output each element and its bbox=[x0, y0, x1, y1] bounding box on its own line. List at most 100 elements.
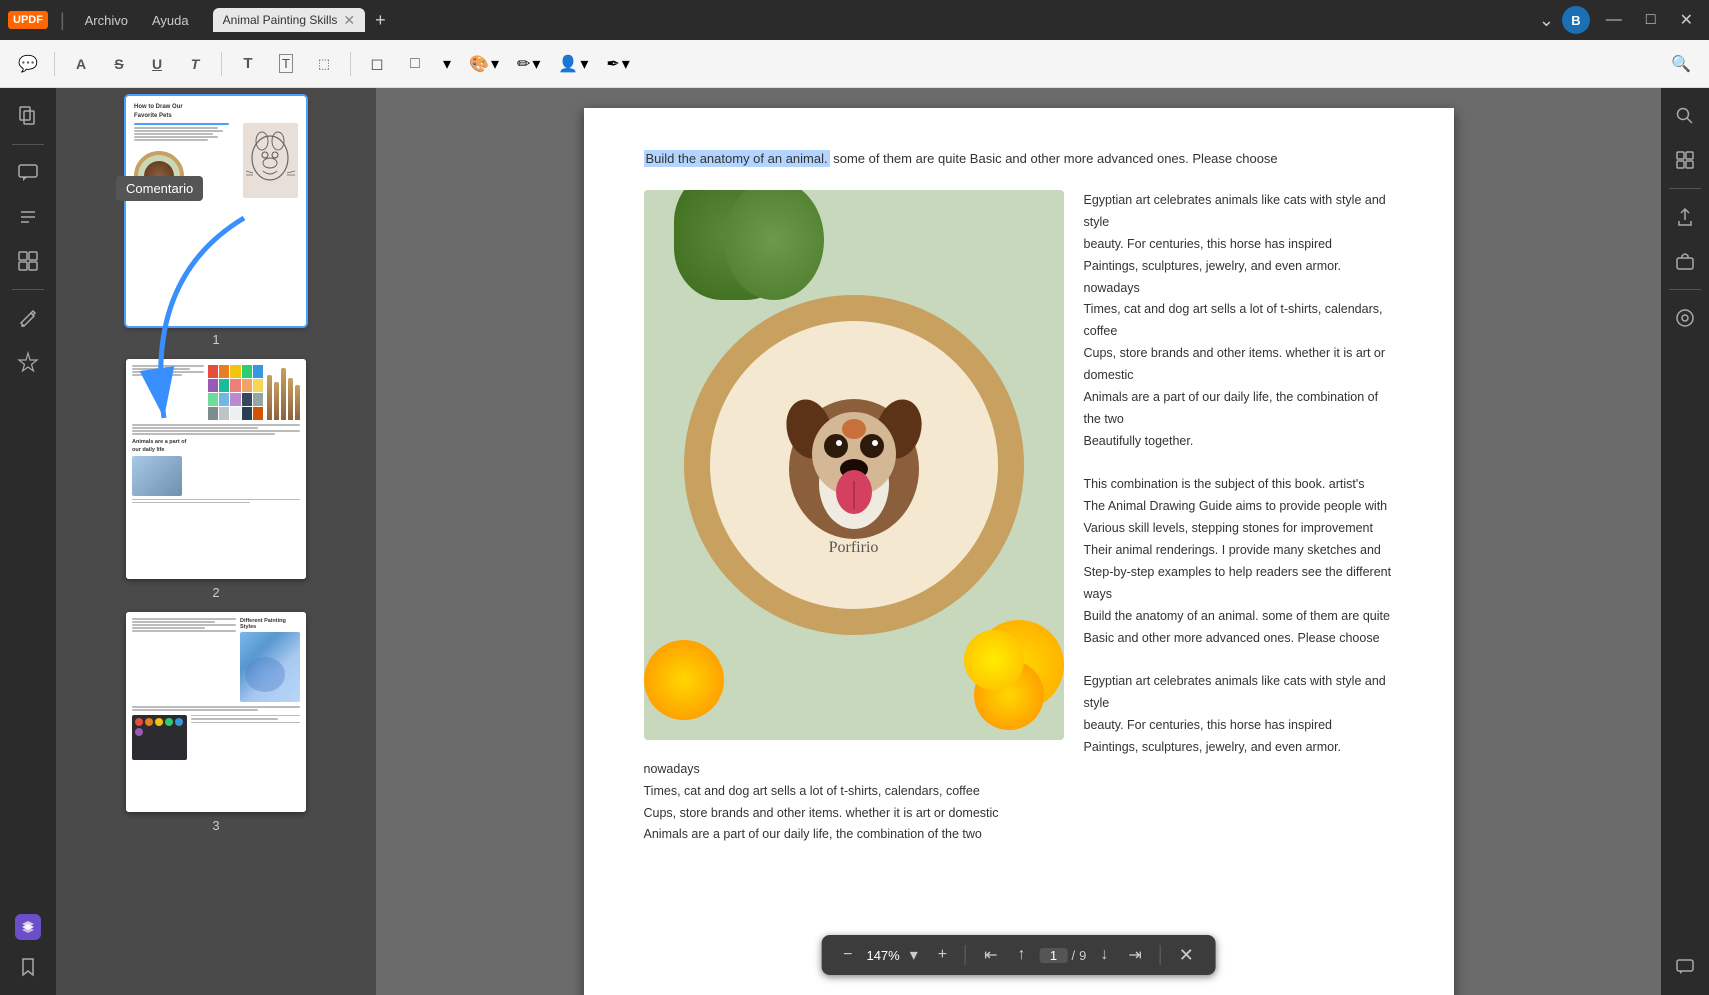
main-toolbar: 💬 A S U T T T ⬚ ◻ □ ▾ 🎨 ▾ ✏ ▾ 👤 ▾ ✒ bbox=[0, 40, 1709, 88]
page-divider: / bbox=[1072, 948, 1076, 963]
tab-animal-painting[interactable]: Animal Painting Skills ✕ bbox=[213, 8, 365, 32]
color-dropdown[interactable]: 🎨 ▾ bbox=[463, 50, 505, 78]
color-circle-icon: 🎨 bbox=[469, 54, 489, 74]
right-sidebar bbox=[1661, 88, 1709, 995]
nav-separator-2 bbox=[1160, 945, 1161, 965]
user-avatar[interactable]: B bbox=[1562, 6, 1590, 34]
page-display: / 9 bbox=[1040, 948, 1087, 963]
sidebar-item-pages[interactable] bbox=[8, 96, 48, 136]
thumb-label-2: 2 bbox=[212, 585, 219, 600]
right-sidebar-sep-2 bbox=[1669, 289, 1701, 290]
text-color-tool-button[interactable]: T bbox=[179, 48, 211, 80]
add-text-button[interactable]: T bbox=[232, 48, 264, 80]
archivo-menu[interactable]: Archivo bbox=[77, 9, 136, 32]
para-cups2: Cups, store brands and other items. whet… bbox=[644, 803, 1394, 825]
signature-dropdown-arrow: ▾ bbox=[622, 54, 630, 74]
text-box-button[interactable]: T bbox=[270, 48, 302, 80]
zoom-in-button[interactable]: + bbox=[932, 942, 953, 968]
toolbar-separator-1 bbox=[54, 52, 55, 76]
hoop-illustration: Porfirio bbox=[644, 190, 1064, 740]
pen-dropdown[interactable]: ✏ ▾ bbox=[511, 50, 546, 78]
color-dropdown-arrow: ▾ bbox=[491, 54, 499, 74]
thumb-content-3: Different Painting Styles bbox=[126, 612, 306, 812]
user-dropdown[interactable]: 👤 ▾ bbox=[552, 50, 594, 78]
zoom-level: 147% bbox=[866, 948, 899, 963]
sidebar-item-organize[interactable] bbox=[8, 241, 48, 281]
nav-separator-1 bbox=[965, 945, 966, 965]
text-color-icon: T bbox=[191, 56, 200, 72]
paragraph-after-highlight: some of them are quite Basic and other m… bbox=[833, 151, 1277, 166]
thumbnail-page-1[interactable]: How to Draw Our Favorite Pets bbox=[64, 96, 368, 347]
ayuda-menu[interactable]: Ayuda bbox=[144, 9, 197, 32]
main-area: Comentario How to Draw Our Favorite Pets bbox=[0, 88, 1709, 995]
para-animals2: Animals are a part of our daily life, th… bbox=[644, 824, 1394, 846]
sidebar-item-bookmark[interactable] bbox=[8, 947, 48, 987]
top-text-section: Build the anatomy of an animal. some of … bbox=[644, 148, 1394, 170]
sidebar-bottom-section bbox=[8, 907, 48, 987]
eraser-button[interactable]: ◻ bbox=[361, 48, 393, 80]
right-share-button[interactable] bbox=[1665, 241, 1705, 281]
sidebar-item-layers[interactable] bbox=[8, 907, 48, 947]
right-export-button[interactable] bbox=[1665, 197, 1705, 237]
right-comment-button[interactable] bbox=[1665, 947, 1705, 987]
pen-dropdown-arrow: ▾ bbox=[532, 54, 540, 74]
new-tab-button[interactable]: + bbox=[369, 10, 392, 31]
right-save-button[interactable] bbox=[1665, 298, 1705, 338]
thumb-wrapper-1[interactable]: How to Draw Our Favorite Pets bbox=[126, 96, 306, 326]
nav-close-button[interactable]: ✕ bbox=[1173, 943, 1200, 968]
signature-dropdown[interactable]: ✒ ▾ bbox=[600, 50, 635, 78]
sidebar-item-ai[interactable] bbox=[8, 342, 48, 382]
sidebar-separator-2 bbox=[12, 289, 44, 290]
search-button[interactable]: 🔍 bbox=[1665, 48, 1697, 80]
text-box-icon: T bbox=[279, 54, 293, 73]
page3-thumb-title: Different Painting Styles bbox=[240, 618, 300, 630]
strikethrough-tool-button[interactable]: S bbox=[103, 48, 135, 80]
thumbnail-page-2[interactable]: Animals are a part of our daily life 2 bbox=[64, 359, 368, 600]
callout-button[interactable]: ⬚ bbox=[308, 48, 340, 80]
page-prev-button[interactable]: ↑ bbox=[1012, 942, 1032, 968]
thumb-content-1: How to Draw Our Favorite Pets bbox=[126, 96, 306, 326]
thumb-wrapper-2[interactable]: Animals are a part of our daily life bbox=[126, 359, 306, 579]
user-dropdown-arrow: ▾ bbox=[580, 54, 588, 74]
right-scan-button[interactable] bbox=[1665, 140, 1705, 180]
thumb-wrapper-3[interactable]: Different Painting Styles bbox=[126, 612, 306, 812]
tab-list: Animal Painting Skills ✕ + bbox=[213, 8, 392, 32]
maximize-button[interactable]: □ bbox=[1638, 7, 1664, 33]
current-page-input[interactable] bbox=[1040, 948, 1068, 963]
toolbar-separator-3 bbox=[350, 52, 351, 76]
sidebar-item-bookmarks[interactable] bbox=[8, 197, 48, 237]
strikethrough-icon: S bbox=[114, 56, 123, 72]
tab-label: Animal Painting Skills bbox=[223, 13, 338, 27]
zoom-dropdown-button[interactable]: ▾ bbox=[904, 941, 924, 969]
page-next-button[interactable]: ↓ bbox=[1094, 942, 1114, 968]
zoom-out-button[interactable]: − bbox=[837, 942, 858, 968]
content-area[interactable]: Build the anatomy of an animal. some of … bbox=[376, 88, 1661, 995]
thumbnail-panel[interactable]: Comentario How to Draw Our Favorite Pets bbox=[56, 88, 376, 995]
total-pages: 9 bbox=[1079, 948, 1086, 963]
page-last-button[interactable]: ⇥ bbox=[1122, 941, 1147, 969]
shapes-dropdown[interactable]: ▾ bbox=[437, 50, 457, 78]
page-first-button[interactable]: ⇤ bbox=[978, 941, 1003, 969]
underline-tool-button[interactable]: U bbox=[141, 48, 173, 80]
sidebar-item-comments[interactable] bbox=[8, 153, 48, 193]
left-sidebar bbox=[0, 88, 56, 995]
right-sidebar-sep-1 bbox=[1669, 188, 1701, 189]
tab-close-button[interactable]: ✕ bbox=[343, 13, 355, 27]
close-button[interactable]: ✕ bbox=[1672, 6, 1701, 34]
highlight-tool-button[interactable]: A bbox=[65, 48, 97, 80]
callout-icon: ⬚ bbox=[318, 56, 330, 72]
rectangle-button[interactable]: □ bbox=[399, 48, 431, 80]
rectangle-icon: □ bbox=[410, 55, 420, 73]
shapes-icon: ▾ bbox=[443, 54, 451, 74]
right-search-button[interactable] bbox=[1665, 96, 1705, 136]
page-document: Build the anatomy of an animal. some of … bbox=[584, 108, 1454, 995]
dog-embroidery-image: Porfirio bbox=[644, 190, 1064, 740]
minimize-button[interactable]: — bbox=[1598, 7, 1630, 33]
comment-tool-button[interactable]: 💬 bbox=[12, 48, 44, 80]
sidebar-item-edit[interactable] bbox=[8, 298, 48, 338]
thumbnail-page-3[interactable]: Different Painting Styles bbox=[64, 612, 368, 833]
thumb-content-2: Animals are a part of our daily life bbox=[126, 359, 306, 579]
windows-dropdown-icon[interactable]: ⌄ bbox=[1539, 10, 1554, 31]
search-icon: 🔍 bbox=[1671, 54, 1691, 74]
pen-icon: ✏ bbox=[517, 54, 530, 74]
